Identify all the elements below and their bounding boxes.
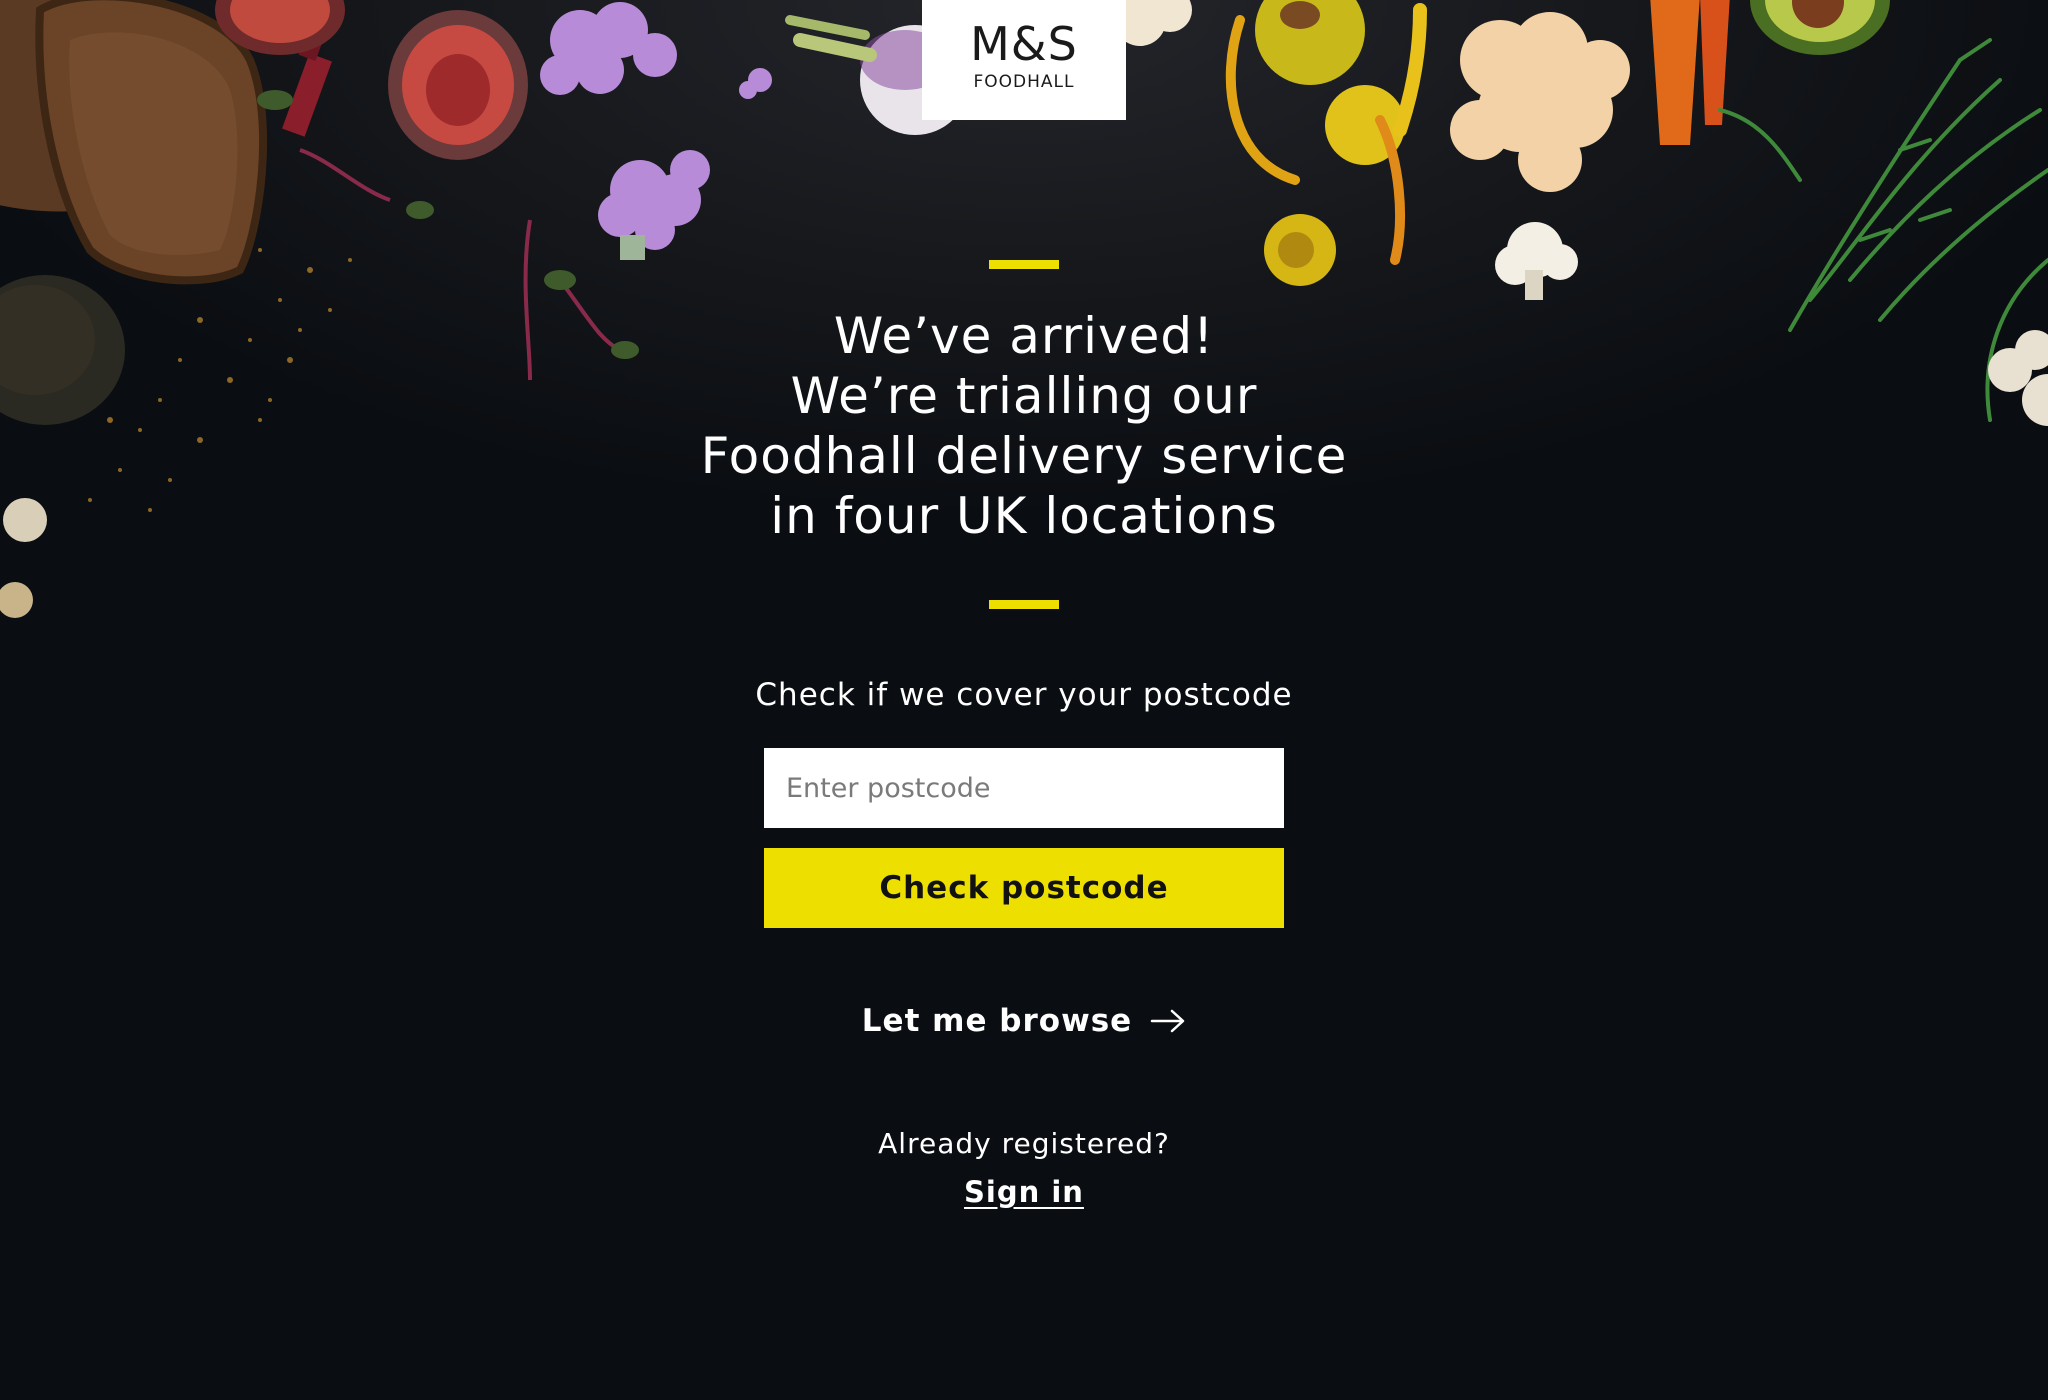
yellow-tomato-icon <box>1255 0 1405 286</box>
logo-mark: M&S <box>970 17 1078 71</box>
brand-logo[interactable]: M&S FOODHALL <box>922 0 1126 120</box>
arrow-right-icon <box>1150 1009 1185 1033</box>
headline-line: in four UK locations <box>770 487 1278 545</box>
carrot-icon <box>1650 0 1730 145</box>
headline-line: Foodhall delivery service <box>700 427 1348 485</box>
headline-line: We’ve arrived! <box>833 307 1215 365</box>
headline-line: We’re trialling our <box>790 367 1258 425</box>
cauliflower-icon <box>1450 12 1630 192</box>
accent-divider-bottom <box>989 600 1059 609</box>
garlic-icon <box>3 498 47 542</box>
sign-in-link[interactable]: Sign in <box>874 1172 1174 1212</box>
postcode-prompt: Check if we cover your postcode <box>755 677 1293 713</box>
nut-icon <box>0 582 33 618</box>
check-postcode-button[interactable]: Check postcode <box>764 848 1284 928</box>
postcode-input[interactable] <box>764 748 1284 828</box>
accent-divider-top <box>989 260 1059 269</box>
let-me-browse-link[interactable]: Let me browse <box>824 996 1224 1046</box>
hero-headline: We’ve arrived! We’re trialling our Foodh… <box>524 306 1524 546</box>
purple-cauliflower-icon <box>540 2 772 260</box>
logo-subtitle: FOODHALL <box>973 72 1075 92</box>
landing-page: M&S FOODHALL We’ve arrived! We’re triall… <box>0 0 2048 1400</box>
bread-icon <box>0 0 268 285</box>
avocado-half-icon <box>1750 0 1890 55</box>
avocado-icon <box>0 275 125 425</box>
already-registered-text: Already registered? <box>878 1127 1170 1160</box>
cauliflower-floret-icon <box>1988 330 2048 426</box>
browse-label: Let me browse <box>861 1003 1133 1039</box>
cauliflower-floret-icon <box>1495 222 1578 300</box>
